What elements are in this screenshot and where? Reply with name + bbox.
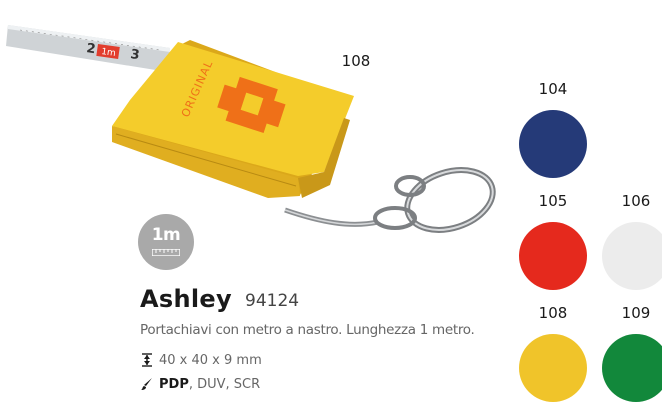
product-image: 2 3 1m ORIGINAL bbox=[6, 25, 496, 233]
product-name: Ashley bbox=[140, 285, 232, 313]
variant-code: 105 bbox=[538, 192, 568, 210]
print-method-primary: PDP bbox=[159, 377, 189, 392]
variant-code: 104 bbox=[538, 80, 568, 98]
dimensions-value: 40 x 40 x 9 mm bbox=[159, 353, 262, 368]
print-method-others: , DUV, SCR bbox=[188, 377, 261, 392]
color-swatch-104[interactable] bbox=[519, 110, 587, 178]
variant-code: 108 bbox=[538, 304, 568, 322]
tape-blade: 2 3 1m bbox=[6, 25, 170, 72]
color-swatch-109[interactable] bbox=[602, 334, 662, 402]
vertical-dimension-arrow-icon bbox=[142, 353, 152, 367]
variant-code: 106 bbox=[621, 192, 651, 210]
badge-label: 1m bbox=[151, 225, 181, 245]
ruler-icon bbox=[152, 249, 180, 256]
print-brush-icon bbox=[141, 378, 152, 390]
tape-measure-1m-icon: 1m bbox=[138, 214, 194, 270]
product-code: 94124 bbox=[245, 291, 300, 311]
product-description: Portachiavi con metro a nastro. Lunghezz… bbox=[140, 322, 475, 338]
print-methods-row: PDP, DUV, SCR bbox=[141, 377, 260, 392]
variant-code: 109 bbox=[621, 304, 651, 322]
color-swatch-105[interactable] bbox=[519, 222, 587, 290]
color-swatch-106[interactable] bbox=[602, 222, 662, 290]
image-variant-code: 108 bbox=[341, 52, 371, 70]
color-swatch-108[interactable] bbox=[519, 334, 587, 402]
tape-mark: 1m bbox=[101, 47, 117, 59]
dimensions-row: 40 x 40 x 9 mm bbox=[141, 353, 262, 368]
